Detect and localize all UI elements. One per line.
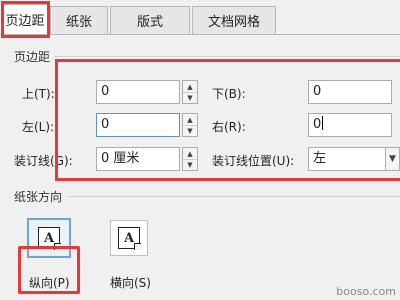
tab-layout[interactable]: 版式: [110, 6, 190, 34]
orientation-section-label: 纸张方向: [14, 190, 63, 204]
margins-highlight-box: [55, 59, 400, 181]
landscape-page-icon: A: [118, 227, 140, 249]
margins-section-label: 页边距: [14, 50, 51, 64]
tab-highlight-box: [1, 1, 50, 38]
tab-document-grid[interactable]: 文档网格: [192, 6, 276, 34]
top-margin-label: 上(T):: [22, 87, 55, 101]
landscape-label: 横向(S): [110, 276, 151, 290]
landscape-glyph: A: [123, 230, 135, 246]
tab-document-grid-label: 文档网格: [207, 15, 260, 30]
orientation-section-divider: [68, 196, 400, 197]
tab-divider: [0, 34, 400, 35]
tab-bar: 页边距 纸张 版式 文档网格: [0, 0, 400, 36]
portrait-highlight-box: [18, 246, 80, 294]
tab-paper-label: 纸张: [65, 15, 92, 30]
tab-paper[interactable]: 纸张: [50, 6, 108, 34]
tab-layout-label: 版式: [136, 15, 163, 30]
watermark: booso.com: [336, 285, 396, 298]
portrait-glyph: A: [43, 230, 55, 246]
left-margin-label: 左(L):: [22, 120, 55, 134]
margins-section-divider: [54, 56, 400, 57]
landscape-button[interactable]: A: [110, 220, 148, 256]
